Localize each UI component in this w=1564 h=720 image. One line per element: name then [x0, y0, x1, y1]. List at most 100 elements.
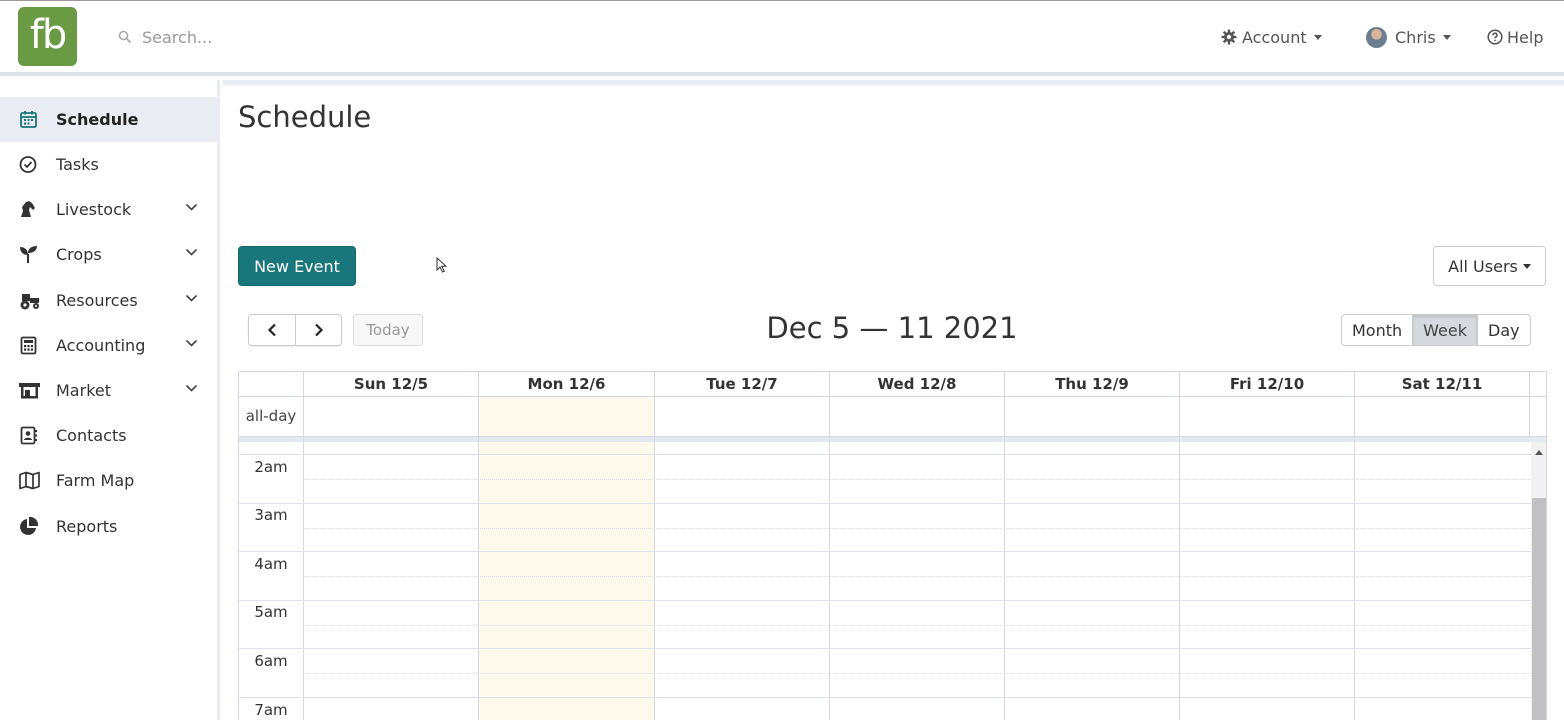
users-filter-dropdown[interactable]: All Users — [1433, 246, 1546, 286]
chevron-down-icon — [185, 294, 198, 302]
half-hour-line — [303, 576, 1531, 577]
month-view-button[interactable]: Month — [1342, 315, 1412, 345]
question-circle-icon — [1487, 29, 1503, 45]
allday-label: all-day — [245, 407, 297, 425]
user-name: Chris — [1395, 27, 1436, 47]
sidebar-item-resources[interactable]: Resources — [0, 278, 220, 323]
time-label: 6am — [254, 652, 288, 670]
sidebar-item-label: Accounting — [56, 336, 146, 355]
sidebar-item-reports[interactable]: Reports — [0, 504, 220, 549]
sidebar-item-label: Reports — [56, 517, 118, 536]
address-book-icon — [20, 426, 37, 445]
time-label: 3am — [254, 506, 288, 524]
chevron-down-icon — [1442, 34, 1451, 40]
sidebar-item-crops[interactable]: Crops — [0, 232, 220, 277]
tractor-icon — [20, 294, 39, 310]
hour-line — [239, 551, 1531, 552]
horse-icon — [21, 201, 35, 217]
sidebar-item-label: Livestock — [56, 200, 132, 219]
search-icon — [118, 30, 132, 44]
sidebar-item-accounting[interactable]: Accounting — [0, 323, 220, 368]
page-title: Schedule — [238, 100, 372, 134]
day-header[interactable]: Mon 12/6 — [478, 372, 654, 397]
today-button[interactable]: Today — [353, 314, 423, 346]
sidebar-item-schedule[interactable]: Schedule — [0, 97, 220, 142]
top-navbar: fb Account Chris Help — [0, 0, 1564, 76]
sidebar: Schedule Tasks Livestock Crops Resources… — [0, 80, 220, 720]
search-input[interactable] — [142, 27, 442, 47]
account-menu[interactable]: Account — [1221, 25, 1322, 49]
search-box[interactable] — [118, 25, 442, 49]
day-header[interactable]: Sun 12/5 — [303, 372, 478, 397]
column-divider — [1529, 372, 1530, 437]
sidebar-item-label: Farm Map — [56, 471, 135, 490]
chevron-down-icon — [185, 248, 198, 256]
hour-line — [239, 697, 1531, 698]
calendar-icon — [20, 111, 37, 128]
avatar — [1366, 26, 1387, 48]
week-calendar-grid: Sun 12/5 Mon 12/6 Tue 12/7 Wed 12/8 Thu … — [238, 371, 1547, 720]
half-hour-line — [303, 479, 1531, 480]
day-header[interactable]: Tue 12/7 — [654, 372, 829, 397]
store-icon — [19, 383, 40, 399]
map-icon — [19, 471, 40, 490]
sidebar-item-livestock[interactable]: Livestock — [0, 187, 220, 232]
half-hour-line — [303, 528, 1531, 529]
hour-line — [239, 648, 1531, 649]
scrollbar-thumb[interactable] — [1532, 498, 1546, 720]
day-header-row: Sun 12/5 Mon 12/6 Tue 12/7 Wed 12/8 Thu … — [239, 372, 1546, 397]
chevron-down-icon — [1313, 34, 1322, 40]
hour-line — [239, 600, 1531, 601]
view-switcher: Month Week Day — [1341, 314, 1531, 346]
allday-row[interactable]: all-day — [239, 397, 1546, 437]
sidebar-item-label: Market — [56, 381, 111, 400]
day-header[interactable]: Fri 12/10 — [1179, 372, 1354, 397]
day-view-button[interactable]: Day — [1477, 315, 1530, 345]
chevron-down-icon — [185, 384, 198, 392]
time-slots[interactable]: 2am 3am 4am 5am 6am 7am — [239, 442, 1531, 720]
sidebar-item-contacts[interactable]: Contacts — [0, 413, 220, 458]
chevron-down-icon — [185, 339, 198, 347]
time-label: 7am — [254, 701, 288, 719]
half-hour-line — [303, 673, 1531, 674]
day-header[interactable]: Wed 12/8 — [829, 372, 1004, 397]
day-header[interactable]: Thu 12/9 — [1004, 372, 1179, 397]
help-label: Help — [1507, 27, 1544, 47]
sidebar-item-tasks[interactable]: Tasks — [0, 142, 220, 187]
calendar-nav-group — [248, 314, 342, 346]
seedling-icon — [20, 246, 37, 263]
content-top-border — [223, 80, 1564, 85]
time-label: 2am — [254, 458, 288, 476]
sidebar-item-label: Resources — [56, 291, 138, 310]
app-logo[interactable]: fb — [18, 7, 77, 66]
sidebar-item-market[interactable]: Market — [0, 368, 220, 413]
chevron-left-icon — [267, 323, 276, 337]
scroll-up-arrow-icon[interactable] — [1535, 450, 1543, 455]
sidebar-item-label: Schedule — [56, 110, 139, 129]
calculator-icon — [20, 336, 37, 355]
sidebar-item-farm-map[interactable]: Farm Map — [0, 458, 220, 503]
new-event-button[interactable]: New Event — [238, 246, 356, 286]
sidebar-item-label: Crops — [56, 245, 102, 264]
week-view-button[interactable]: Week — [1412, 315, 1477, 345]
half-hour-line — [303, 625, 1531, 626]
calendar-scrollbar[interactable] — [1531, 442, 1546, 720]
time-label: 5am — [254, 603, 288, 621]
chevron-down-icon — [1522, 263, 1531, 269]
sidebar-item-label: Tasks — [56, 155, 99, 174]
sidebar-item-label: Contacts — [56, 426, 127, 445]
calendar-range-title: Dec 5 — 11 2021 — [766, 311, 1018, 345]
user-menu[interactable]: Chris — [1366, 25, 1451, 49]
account-label: Account — [1242, 27, 1307, 47]
gear-icon — [1221, 29, 1237, 45]
check-circle-icon — [19, 156, 37, 173]
next-week-button[interactable] — [295, 315, 341, 345]
chevron-down-icon — [185, 203, 198, 211]
prev-week-button[interactable] — [249, 315, 295, 345]
help-link[interactable]: Help — [1487, 25, 1543, 49]
hour-line — [239, 454, 1531, 455]
pie-chart-icon — [20, 516, 39, 535]
day-header[interactable]: Sat 12/11 — [1354, 372, 1529, 397]
users-filter-label: All Users — [1448, 256, 1518, 276]
time-label: 4am — [254, 555, 288, 573]
